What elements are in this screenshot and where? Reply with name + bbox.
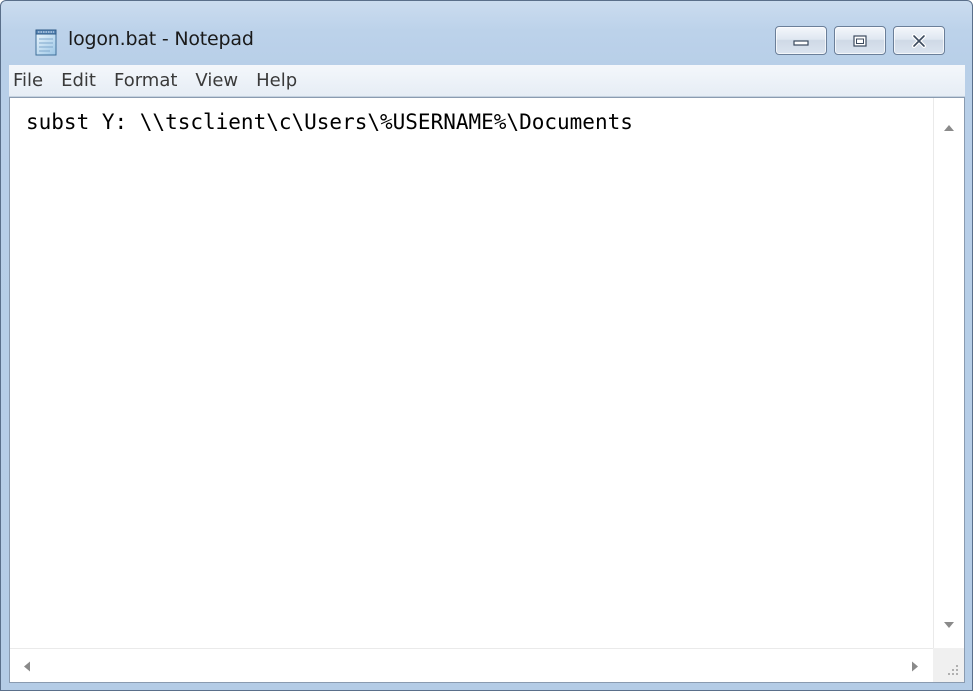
menu-edit[interactable]: Edit: [52, 65, 105, 96]
close-button[interactable]: [893, 26, 945, 55]
caption-buttons: [775, 26, 945, 55]
menu-view[interactable]: View: [186, 65, 247, 96]
size-grip[interactable]: [933, 648, 964, 682]
menu-bar: File Edit Format View Help: [9, 65, 965, 97]
maximize-icon: [853, 34, 867, 47]
menu-file[interactable]: File: [9, 65, 52, 96]
window-title: logon.bat - Notepad: [68, 28, 254, 50]
arrow-right-icon[interactable]: [912, 656, 918, 675]
notepad-icon[interactable]: [34, 29, 58, 56]
vertical-scrollbar[interactable]: [933, 98, 964, 648]
arrow-up-icon[interactable]: [944, 116, 954, 135]
title-bar[interactable]: logon.bat - Notepad: [1, 1, 972, 63]
editor-text-area[interactable]: subst Y: \\tsclient\c\Users\%USERNAME%\D…: [10, 98, 934, 648]
arrow-down-icon[interactable]: [944, 613, 954, 632]
arrow-left-icon[interactable]: [24, 656, 30, 675]
text-editor[interactable]: subst Y: \\tsclient\c\Users\%USERNAME%\D…: [9, 97, 965, 683]
maximize-button[interactable]: [834, 26, 886, 55]
notepad-window: logon.bat - Notepad File Edit Format Vie…: [0, 0, 973, 691]
horizontal-scrollbar[interactable]: [10, 648, 934, 682]
close-icon: [912, 33, 926, 48]
minimize-button[interactable]: [775, 26, 827, 55]
minimize-icon: [793, 39, 809, 46]
editor-content[interactable]: subst Y: \\tsclient\c\Users\%USERNAME%\D…: [10, 98, 934, 134]
size-grip-icon: [948, 665, 958, 675]
menu-help[interactable]: Help: [247, 65, 306, 96]
menu-format[interactable]: Format: [105, 65, 186, 96]
